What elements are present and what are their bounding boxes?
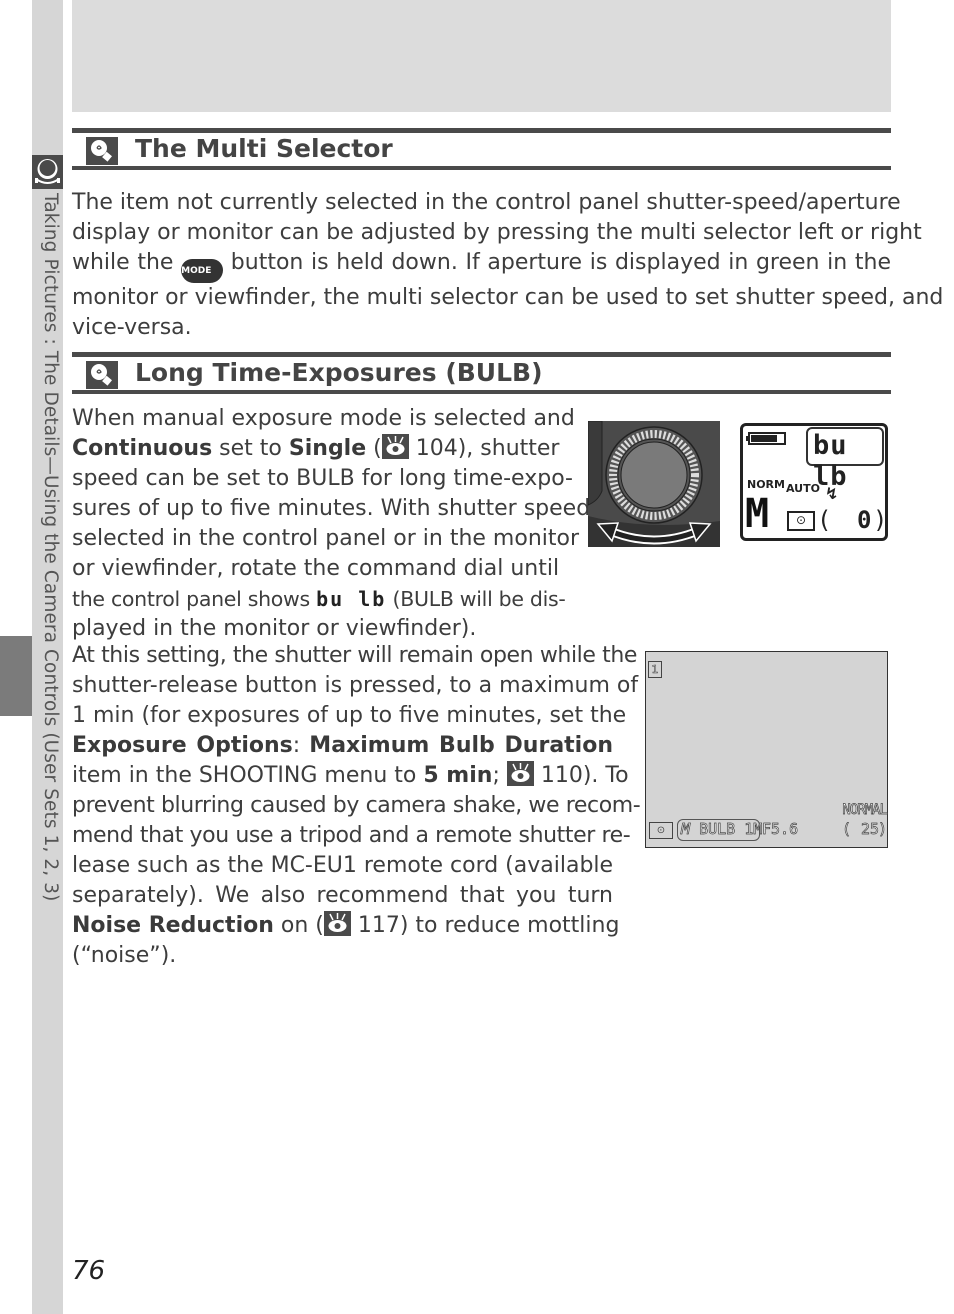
rule (72, 166, 891, 170)
image-quality-indicator: NORM (747, 478, 785, 491)
flash-icon: ↯ (825, 484, 839, 503)
multi-selector-paragraph: The item not currently selected in the c… (72, 188, 944, 343)
frames-open-bracket: ( (842, 820, 852, 839)
text-line: the control panel shows bu lb (BULB will… (72, 584, 566, 614)
page-number: 76 (72, 1256, 106, 1286)
camera-mode-icon (32, 155, 63, 189)
frames-close-bracket: ) (877, 820, 888, 839)
mode-button-icon: MODE (181, 259, 224, 283)
frames-remaining: 0 (857, 506, 872, 534)
control-panel-lcd: bu lb NORM AUTO ↯ M ⊙ ( 0 ) (740, 423, 888, 541)
rule (72, 390, 891, 394)
text-span: button is held down. If aperture is disp… (223, 250, 891, 275)
tip-lightbulb-icon (86, 137, 118, 165)
section-title: Long Time-Exposures (BULB) (135, 358, 543, 387)
text-line: speed can be set to BULB for long time-e… (72, 466, 573, 491)
menu-term: Continuous (72, 436, 213, 461)
text-line: Noise Reduction on ( 117) to reduce mott… (72, 911, 619, 941)
text-span: (BULB will be dis- (386, 587, 566, 611)
bulb-duration: 1M (744, 820, 763, 839)
tip-lightbulb-icon (86, 361, 118, 389)
text-line: shutter-release button is pressed, to a … (72, 673, 639, 698)
text-line: vice-versa. (72, 315, 192, 340)
text-line: mend that you use a tripod and a remote … (72, 823, 631, 848)
text-span: 104), shutter (408, 436, 560, 461)
section-title: The Multi Selector (135, 134, 393, 163)
bulb-segment-display: bu lb (316, 587, 387, 611)
text-line: lease such as the MC-EU1 remote cord (av… (72, 853, 614, 878)
text-span: 110). To (533, 763, 629, 788)
thumb-index-marker (0, 636, 32, 716)
section-header-long-exposures: Long Time-Exposures (BULB) (72, 352, 891, 394)
user-set-indicator: 1 (648, 661, 662, 678)
text-line: Continuous set to Single ( 104), shutter (72, 434, 560, 464)
page-reference-eye-icon (506, 761, 534, 786)
text-span: ( (366, 436, 382, 461)
aperture-readout: F5.6 (762, 820, 799, 839)
chapter-title: Taking Pictures : The Details—Using the … (40, 193, 61, 902)
bulb-paragraph-1: When manual exposure mode is selected an… (72, 404, 591, 644)
bulb-paragraph-2: At this setting, the shutter will remain… (72, 641, 641, 971)
text-line: display or monitor can be adjusted by pr… (72, 220, 922, 245)
text-line: item in the SHOOTING menu to 5 min; 110)… (72, 761, 629, 791)
text-span: on ( (273, 913, 324, 938)
text-line: sures of up to five minutes. With shutte… (72, 496, 591, 521)
section-header-multi-selector: The Multi Selector (72, 128, 891, 170)
text-line: (“noise”). (72, 943, 177, 968)
rule (72, 352, 891, 357)
frames-remaining: 25 (860, 820, 880, 839)
frames-open-bracket: ( (817, 506, 832, 534)
text-span: while the (72, 250, 182, 275)
text-line: At this setting, the shutter will remain… (72, 643, 638, 668)
metering-icon: ⊙ (649, 822, 673, 839)
text-line: or viewfinder, rotate the command dial u… (72, 556, 560, 581)
menu-term: Maximum Bulb Duration (309, 733, 613, 758)
text-line: monitor or viewfinder, the multi selecto… (72, 285, 944, 310)
exposure-mode-indicator: M (745, 491, 770, 537)
shutter-readout: M BULB 1M (677, 819, 763, 841)
command-dial-illustration (588, 421, 720, 547)
frames-close-bracket: ) (873, 506, 888, 534)
page-reference-eye-icon (323, 911, 351, 936)
text-line: played in the monitor or viewfinder). (72, 616, 477, 641)
menu-term: Single (288, 436, 367, 461)
text-line: separately). We also recommend that you … (72, 883, 613, 908)
shutter-speed: BULB (699, 820, 736, 839)
text-line: while the MODE button is held down. If a… (72, 248, 891, 283)
text-span: item in the SHOOTING menu to (72, 763, 424, 788)
menu-term: Exposure Options (72, 733, 293, 758)
text-line: Exposure Options: Maximum Bulb Duration (72, 731, 613, 761)
menu-term: 5 min (423, 763, 493, 788)
metering-icon: ⊙ (787, 511, 815, 531)
text-line: prevent blurring caused by camera shake,… (72, 793, 641, 818)
text-span: 117) to reduce mottling (350, 913, 620, 938)
text-span: ; (492, 763, 507, 788)
text-span: set to (212, 436, 289, 461)
text-span: : (292, 733, 310, 758)
text-line: selected in the control panel or in the … (72, 526, 580, 551)
monitor-display: 1 ⊙ M BULB 1M F5.6 NORMAL ( 25 ) (645, 651, 888, 848)
text-line: 1 min (for exposures of up to five minut… (72, 703, 627, 728)
shutter-speed-readout: bu lb (813, 430, 848, 492)
page-reference-eye-icon (381, 434, 409, 459)
text-line: The item not currently selected in the c… (72, 190, 901, 215)
exposure-mode-indicator: M (681, 820, 691, 839)
text-line: When manual exposure mode is selected an… (72, 406, 575, 431)
text-span: the control panel shows (72, 587, 317, 611)
header-panel (72, 0, 891, 112)
image-quality-indicator: NORMAL (842, 802, 888, 819)
rule (72, 128, 891, 133)
flash-mode-indicator: AUTO (786, 482, 820, 495)
menu-term: Noise Reduction (72, 913, 274, 938)
